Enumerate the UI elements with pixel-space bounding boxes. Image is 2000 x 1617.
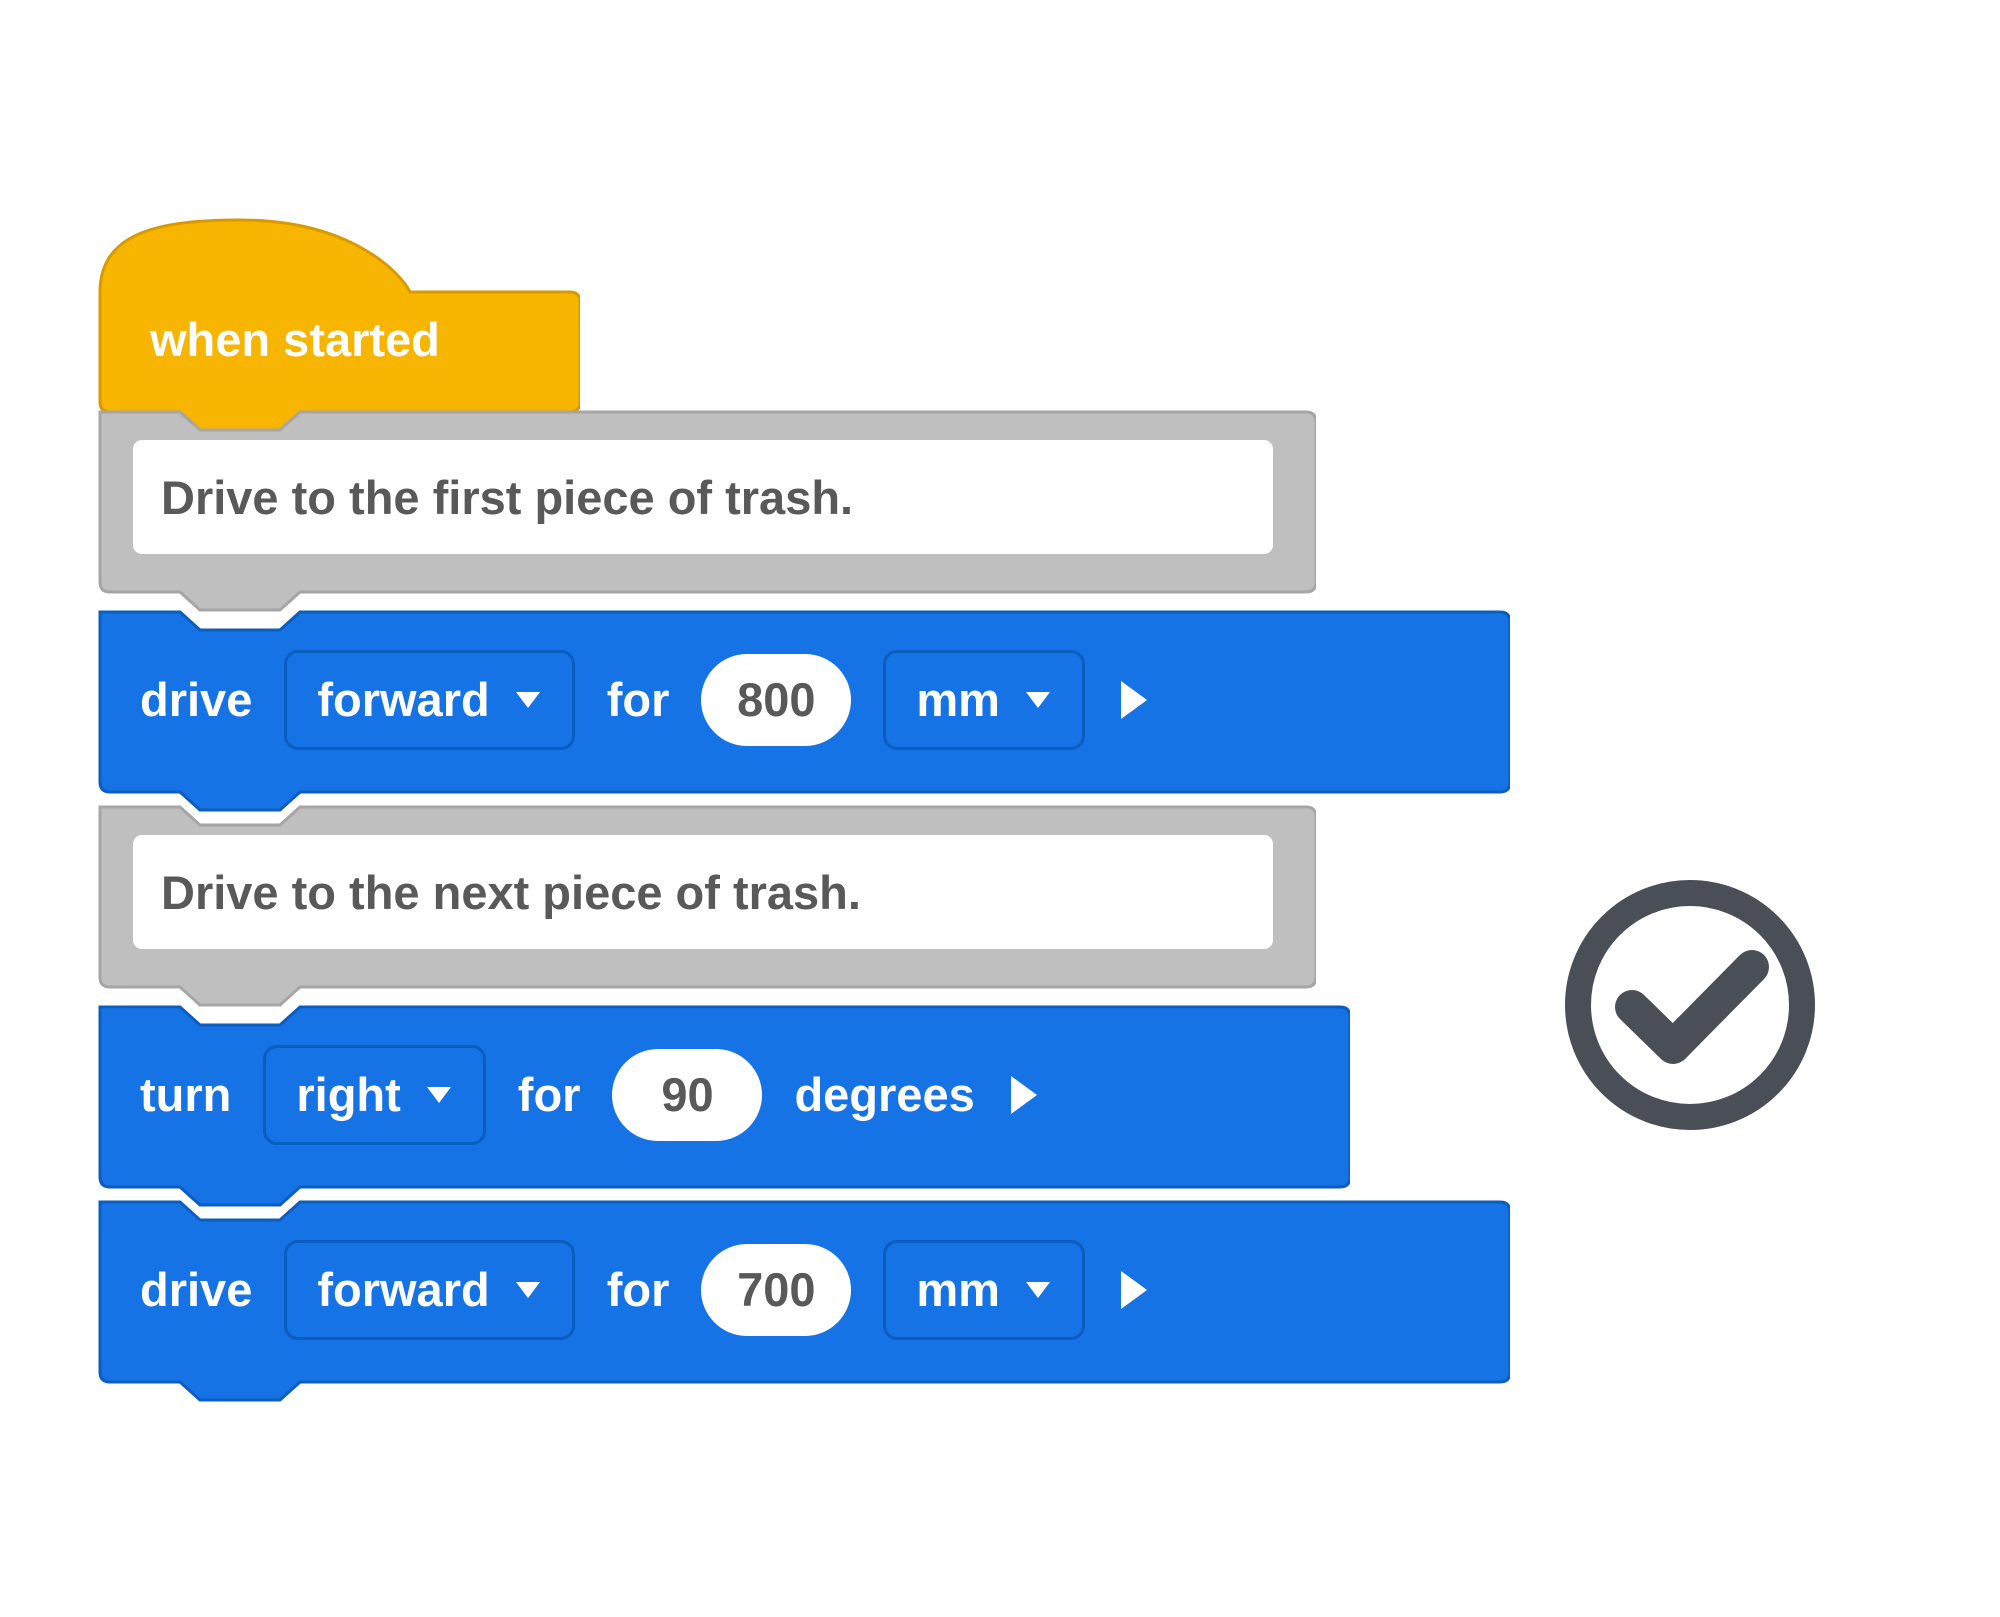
hat-label: when started [150, 312, 440, 367]
comment-text-2[interactable]: Drive to the next piece of trash. [130, 832, 1276, 952]
drive2-value-input[interactable]: 700 [701, 1244, 851, 1336]
turn-block[interactable]: turn right for 90 degrees [90, 987, 1350, 1202]
drive-block-2[interactable]: drive forward for 700 mm [90, 1182, 1510, 1397]
drive2-direction-value: forward [317, 1262, 489, 1317]
drive2-unit-value: mm [916, 1262, 1000, 1317]
dropdown-icon [514, 690, 542, 710]
dropdown-icon [425, 1085, 453, 1105]
turn-for-label: for [518, 1067, 581, 1122]
drive1-direction-dropdown[interactable]: forward [284, 650, 574, 750]
drive2-cmd-label: drive [140, 1262, 252, 1317]
drive2-for-label: for [607, 1262, 670, 1317]
drive1-cmd-label: drive [140, 672, 252, 727]
drive1-value-input[interactable]: 800 [701, 654, 851, 746]
checkmark-icon [1560, 875, 1820, 1135]
turn-degrees-label: degrees [794, 1067, 974, 1122]
comment-block-1[interactable]: Drive to the first piece of trash. [90, 392, 1316, 612]
drive1-unit-dropdown[interactable]: mm [883, 650, 1085, 750]
drive1-for-label: for [607, 672, 670, 727]
expand-icon[interactable] [1007, 1072, 1043, 1118]
turn-direction-value: right [296, 1067, 400, 1122]
drive-block-1[interactable]: drive forward for 800 mm [90, 592, 1510, 807]
turn-value-input[interactable]: 90 [612, 1049, 762, 1141]
expand-icon[interactable] [1117, 677, 1153, 723]
drive2-unit-dropdown[interactable]: mm [883, 1240, 1085, 1340]
turn-cmd-label: turn [140, 1067, 231, 1122]
turn-direction-dropdown[interactable]: right [263, 1045, 485, 1145]
drive1-direction-value: forward [317, 672, 489, 727]
hat-block[interactable]: when started [90, 212, 580, 412]
stack-tail [90, 1377, 1510, 1437]
drive1-unit-value: mm [916, 672, 1000, 727]
dropdown-icon [1024, 690, 1052, 710]
block-stack: when started Drive to the first piece of… [90, 212, 1510, 1437]
expand-icon[interactable] [1117, 1267, 1153, 1313]
dropdown-icon [514, 1280, 542, 1300]
comment-text-1[interactable]: Drive to the first piece of trash. [130, 437, 1276, 557]
dropdown-icon [1024, 1280, 1052, 1300]
comment-block-2[interactable]: Drive to the next piece of trash. [90, 787, 1316, 1007]
drive2-direction-dropdown[interactable]: forward [284, 1240, 574, 1340]
